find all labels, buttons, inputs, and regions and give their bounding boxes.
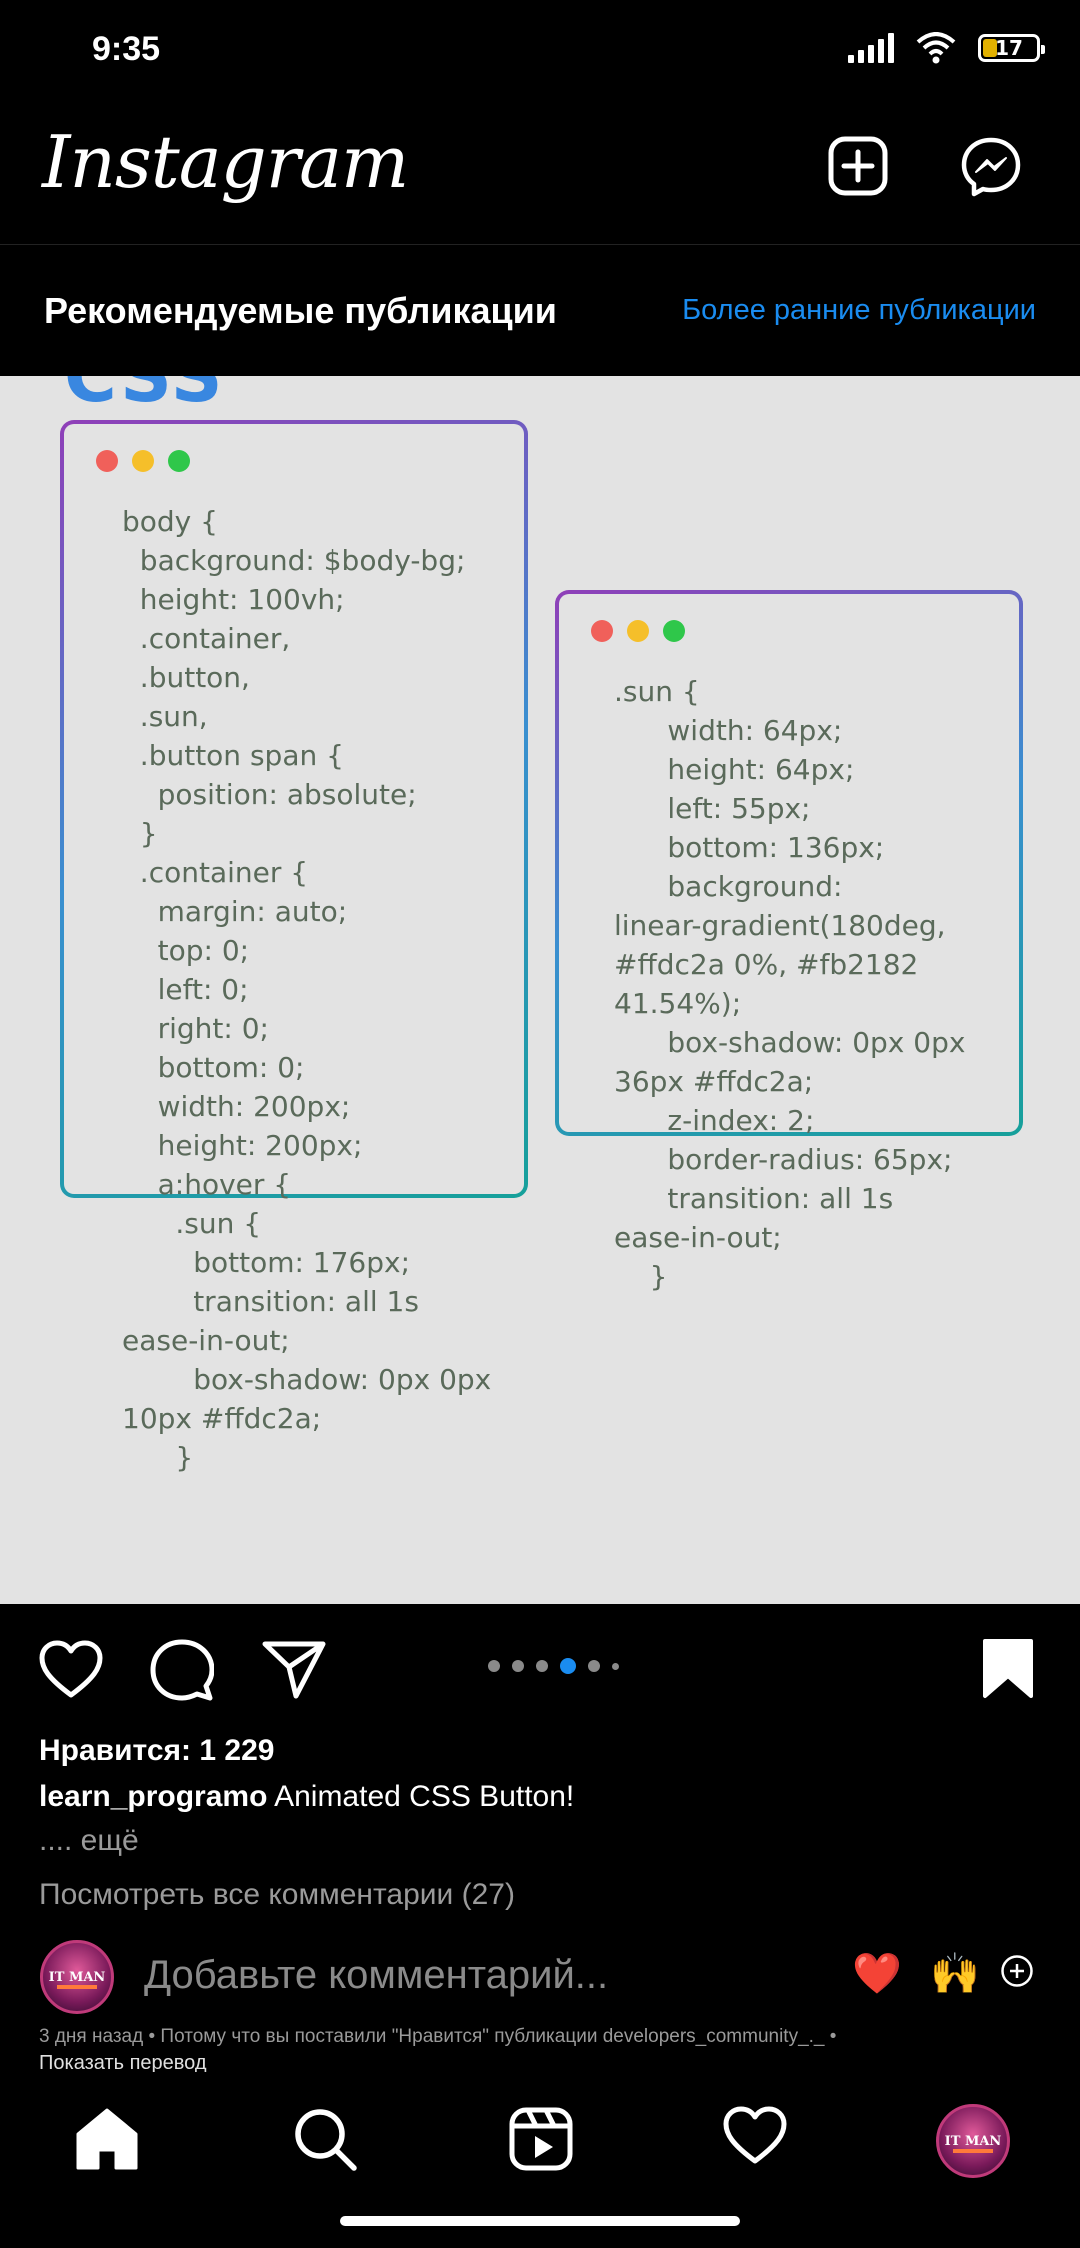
window-dots	[96, 450, 190, 472]
activity-heart-icon[interactable]	[722, 2106, 788, 2166]
code-block-left: body { background: $body-bg; height: 100…	[122, 505, 492, 1474]
save-bookmark-icon[interactable]	[982, 1638, 1034, 1700]
reels-icon[interactable]	[508, 2106, 574, 2172]
post-meta: 3 дня назад • Потому что вы поставили "Н…	[39, 2026, 837, 2047]
carousel-dot	[536, 1660, 548, 1672]
signal-icon	[848, 33, 894, 63]
code-window-left: body { background: $body-bg; height: 100…	[64, 424, 524, 1474]
battery-icon: 17	[978, 34, 1045, 62]
carousel-dot-active	[560, 1658, 576, 1674]
like-heart-icon[interactable]	[38, 1640, 104, 1700]
home-indicator	[340, 2216, 740, 2226]
carousel-dot	[588, 1660, 600, 1672]
caption-more-link[interactable]: .... ещё	[39, 1824, 139, 1858]
new-post-icon[interactable]	[828, 136, 888, 196]
carousel-indicator	[488, 1658, 619, 1674]
comment-icon[interactable]	[150, 1638, 214, 1702]
show-translation-link[interactable]: Показать перевод	[39, 2052, 207, 2072]
status-time: 9:35	[92, 30, 161, 68]
css-heading: CSS	[64, 376, 225, 418]
code-block-right: .sun { width: 64px; height: 64px; left: …	[614, 675, 966, 1293]
carousel-dot	[488, 1660, 500, 1672]
search-icon[interactable]	[292, 2106, 358, 2172]
quick-reaction-heart[interactable]: ❤️	[852, 1950, 902, 1997]
feed-title: Рекомендуемые публикации	[44, 290, 557, 331]
instagram-logo[interactable]: Instagram	[42, 120, 409, 204]
wifi-icon	[916, 32, 956, 64]
window-dots	[591, 620, 685, 642]
view-comments-link[interactable]: Посмотреть все комментарии (27)	[39, 1878, 515, 1912]
likes-count[interactable]: Нравится: 1 229	[39, 1734, 274, 1768]
share-send-icon[interactable]	[262, 1640, 326, 1700]
profile-avatar[interactable]: IT MAN	[936, 2104, 1010, 2178]
messenger-icon[interactable]	[960, 136, 1022, 198]
caption-username[interactable]: learn_programo	[39, 1780, 267, 1813]
status-icons: 17	[848, 32, 1045, 64]
add-reaction-icon[interactable]	[1000, 1954, 1034, 1988]
avatar-text: IT MAN	[49, 1970, 106, 1985]
post-image[interactable]: CSS body { background: $body-bg; height:…	[0, 376, 1080, 1604]
header-divider	[0, 244, 1080, 245]
carousel-dot	[612, 1662, 619, 1670]
quick-reaction-raised-hands[interactable]: 🙌	[930, 1950, 980, 1997]
comment-input[interactable]: Добавьте комментарий...	[144, 1953, 608, 1998]
code-window-right: .sun { width: 64px; height: 64px; left: …	[559, 594, 1019, 1293]
home-icon[interactable]	[74, 2106, 140, 2172]
caption-text: Animated CSS Button!	[267, 1780, 575, 1813]
carousel-dot	[512, 1660, 524, 1672]
post-caption: learn_programo Animated CSS Button!	[39, 1780, 574, 1814]
older-posts-link[interactable]: Более ранние публикации	[682, 294, 1036, 327]
battery-level: 17	[995, 36, 1023, 60]
profile-avatar-text: IT MAN	[945, 2134, 1002, 2149]
user-avatar: IT MAN	[40, 1940, 114, 2014]
